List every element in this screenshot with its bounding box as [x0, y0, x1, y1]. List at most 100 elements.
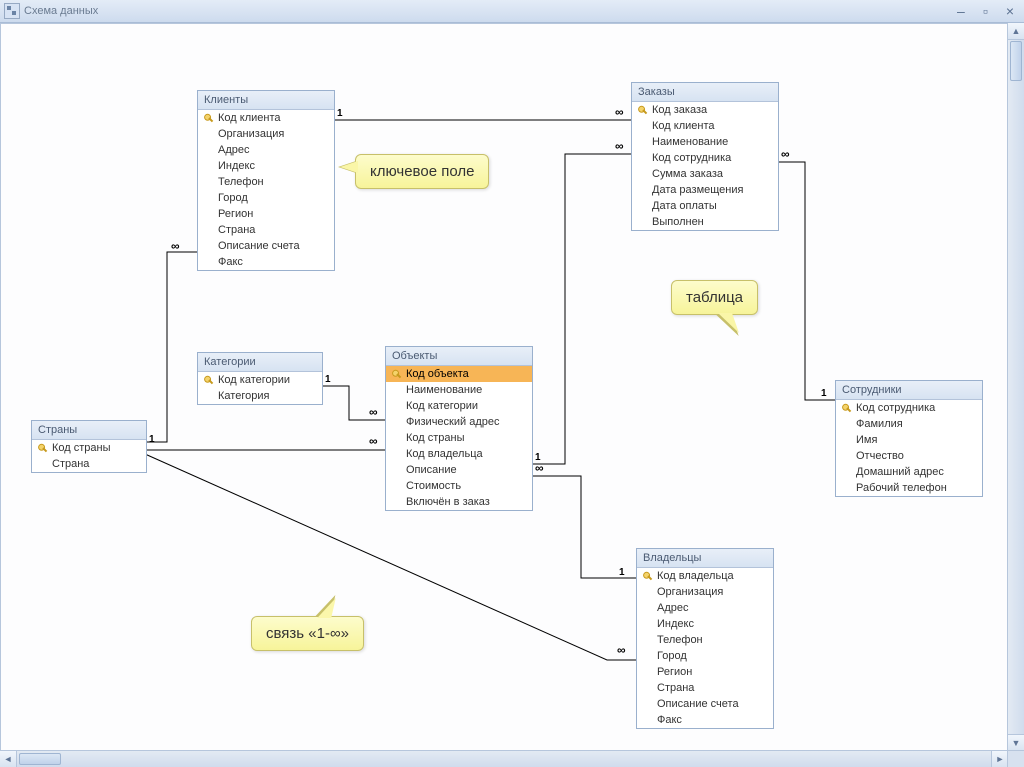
- field-row[interactable]: Регион: [198, 206, 334, 222]
- table-title[interactable]: Категории: [198, 353, 322, 372]
- table-categories[interactable]: Категории Код категорииКатегория: [197, 352, 323, 405]
- field-row[interactable]: Описание: [386, 462, 532, 478]
- field-row[interactable]: Код владельца: [637, 568, 773, 584]
- minimize-button[interactable]: –: [957, 3, 965, 19]
- field-row[interactable]: Страна: [32, 456, 146, 472]
- primary-key-icon: [34, 443, 52, 453]
- field-row[interactable]: Код заказа: [632, 102, 778, 118]
- field-row[interactable]: Дата размещения: [632, 182, 778, 198]
- field-row[interactable]: Код страны: [32, 440, 146, 456]
- field-row[interactable]: Код клиента: [198, 110, 334, 126]
- field-row[interactable]: Регион: [637, 664, 773, 680]
- rel-inf: ∞: [615, 108, 624, 116]
- table-title[interactable]: Клиенты: [198, 91, 334, 110]
- table-countries[interactable]: Страны Код страныСтрана: [31, 420, 147, 473]
- field-name: Описание: [406, 463, 457, 477]
- field-row[interactable]: Наименование: [386, 382, 532, 398]
- table-objects[interactable]: Объекты Код объектаНаименованиеКод катег…: [385, 346, 533, 511]
- field-row[interactable]: Страна: [198, 222, 334, 238]
- field-row[interactable]: Адрес: [198, 142, 334, 158]
- field-name: Код сотрудника: [652, 151, 731, 165]
- field-list: Код страныСтрана: [32, 440, 146, 472]
- relationship-canvas[interactable]: 1 ∞ ∞ ∞ 1 ∞ 1 ∞ 1 ∞ ∞ 1 ∞ 1 Страны Код с…: [0, 23, 1008, 751]
- scroll-down-button[interactable]: ▼: [1008, 734, 1024, 751]
- table-title[interactable]: Заказы: [632, 83, 778, 102]
- scroll-left-button[interactable]: ◄: [0, 751, 17, 767]
- close-button[interactable]: ×: [1006, 3, 1014, 19]
- field-name: Страна: [218, 223, 255, 237]
- field-row[interactable]: Код категории: [198, 372, 322, 388]
- field-row[interactable]: Город: [198, 190, 334, 206]
- field-row[interactable]: Код категории: [386, 398, 532, 414]
- field-row[interactable]: Описание счета: [637, 696, 773, 712]
- field-row[interactable]: Код сотрудника: [632, 150, 778, 166]
- callout-relation: связь «1-∞»: [251, 616, 364, 651]
- field-row[interactable]: Организация: [198, 126, 334, 142]
- table-owners[interactable]: Владельцы Код владельца Организация АдресИ…: [636, 548, 774, 729]
- scroll-right-button[interactable]: ►: [991, 751, 1008, 767]
- table-title[interactable]: Сотрудники: [836, 381, 982, 400]
- field-row[interactable]: Код владельца: [386, 446, 532, 462]
- field-row[interactable]: Дата оплаты: [632, 198, 778, 214]
- field-row[interactable]: Адрес: [637, 600, 773, 616]
- field-row[interactable]: Имя: [836, 432, 982, 448]
- callout-text: таблица: [686, 289, 743, 306]
- field-name: Описание счета: [218, 239, 300, 253]
- field-name: Телефон: [218, 175, 264, 189]
- field-name: Организация: [657, 585, 723, 599]
- table-title[interactable]: Объекты: [386, 347, 532, 366]
- vscroll-thumb[interactable]: [1010, 41, 1022, 81]
- field-name: Адрес: [657, 601, 689, 615]
- field-name: Факс: [218, 255, 243, 269]
- field-name: Рабочий телефон: [856, 481, 947, 495]
- field-name: Код сотрудника: [856, 401, 935, 415]
- field-row[interactable]: Включён в заказ: [386, 494, 532, 510]
- field-row[interactable]: Сумма заказа: [632, 166, 778, 182]
- field-row[interactable]: Факс: [637, 712, 773, 728]
- field-row[interactable]: Индекс: [198, 158, 334, 174]
- field-name: Описание счета: [657, 697, 739, 711]
- table-employees[interactable]: Сотрудники Код сотрудникаФамилияИмяОтчес…: [835, 380, 983, 497]
- field-row[interactable]: Стоимость: [386, 478, 532, 494]
- field-list: Код сотрудникаФамилияИмяОтчествоДомашний…: [836, 400, 982, 496]
- field-name: Дата размещения: [652, 183, 743, 197]
- field-name: Код страны: [52, 441, 111, 455]
- horizontal-scrollbar[interactable]: ◄ ►: [0, 750, 1008, 767]
- field-name: Код владельца: [406, 447, 483, 461]
- field-row[interactable]: Индекс: [637, 616, 773, 632]
- field-row[interactable]: Описание счета: [198, 238, 334, 254]
- restore-button[interactable]: ▫: [983, 3, 988, 19]
- field-row[interactable]: Домашний адрес: [836, 464, 982, 480]
- field-row[interactable]: Код сотрудника: [836, 400, 982, 416]
- field-row[interactable]: Организация: [637, 584, 773, 600]
- vertical-scrollbar[interactable]: ▲ ▼: [1007, 23, 1024, 751]
- primary-key-icon: [200, 375, 218, 385]
- field-row[interactable]: Код клиента: [632, 118, 778, 134]
- field-row[interactable]: Рабочий телефон: [836, 480, 982, 496]
- field-row[interactable]: Фамилия: [836, 416, 982, 432]
- field-row[interactable]: Телефон: [198, 174, 334, 190]
- field-row[interactable]: Факс: [198, 254, 334, 270]
- field-name: Код заказа: [652, 103, 707, 117]
- field-row[interactable]: Наименование: [632, 134, 778, 150]
- rel-inf: ∞: [615, 142, 624, 150]
- primary-key-icon: [388, 369, 406, 379]
- table-orders[interactable]: Заказы Код заказаКод клиентаНаименование…: [631, 82, 779, 231]
- scroll-up-button[interactable]: ▲: [1008, 23, 1024, 40]
- table-title[interactable]: Страны: [32, 421, 146, 440]
- field-row[interactable]: Страна: [637, 680, 773, 696]
- table-clients[interactable]: Клиенты Код клиентаОрганизацияАдресИндек…: [197, 90, 335, 271]
- field-row[interactable]: Телефон: [637, 632, 773, 648]
- field-row[interactable]: Отчество: [836, 448, 982, 464]
- field-row[interactable]: Выполнен: [632, 214, 778, 230]
- field-name: Стоимость: [406, 479, 461, 493]
- hscroll-thumb[interactable]: [19, 753, 61, 765]
- scroll-corner: [1007, 750, 1024, 767]
- table-title[interactable]: Владельцы: [637, 549, 773, 568]
- field-row[interactable]: Код страны: [386, 430, 532, 446]
- field-row[interactable]: Физический адрес: [386, 414, 532, 430]
- field-name: Код владельца: [657, 569, 734, 583]
- field-row[interactable]: Категория: [198, 388, 322, 404]
- field-row[interactable]: Код объекта: [386, 366, 532, 382]
- field-row[interactable]: Город: [637, 648, 773, 664]
